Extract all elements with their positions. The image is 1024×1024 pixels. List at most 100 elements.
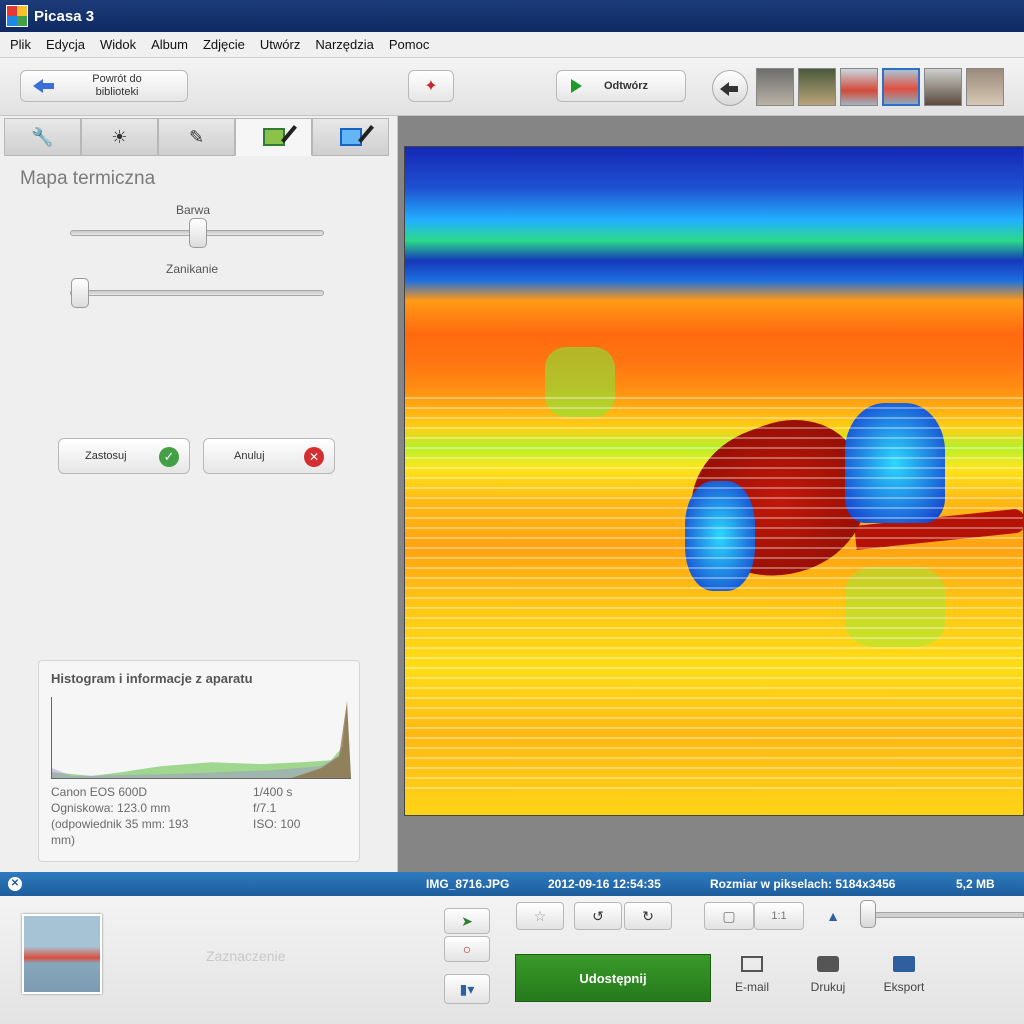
filmstrip-thumb[interactable] [756, 68, 794, 106]
focal-length: Ogniskowa: 123.0 mm [51, 801, 171, 815]
tab-basic-fixes[interactable]: 🔧 [4, 118, 81, 156]
photo-ripple [405, 397, 1023, 399]
photo-ripple [405, 637, 1023, 639]
histogram-panel: Histogram i informacje z aparatu Canon E… [38, 660, 360, 862]
export-folder-icon [893, 956, 915, 972]
share-button[interactable]: Udostępnij [515, 954, 711, 1002]
picasa-logo-icon [6, 5, 28, 27]
filmstrip-thumb-selected[interactable] [882, 68, 920, 106]
star-button[interactable]: ☆ [516, 902, 564, 930]
cancel-label: Anuluj [234, 450, 265, 462]
photo-ripple [405, 767, 1023, 769]
sun-icon: ☀ [111, 126, 128, 147]
photo-ripple [405, 407, 1023, 409]
rotate-right-button[interactable]: ↻ [624, 902, 672, 930]
tab-effects-3[interactable] [312, 118, 389, 156]
play-slideshow-button[interactable]: Odtwórz [556, 70, 686, 102]
tab-effects[interactable]: ✎ [158, 118, 235, 156]
photo-ripple [405, 727, 1023, 729]
apply-button[interactable]: Zastosuj ✓ [58, 438, 190, 474]
photo-ripple [405, 427, 1023, 429]
photo-ripple [405, 657, 1023, 659]
photo-ripple [405, 527, 1023, 529]
zoom-slider-knob[interactable] [860, 900, 876, 928]
photo-ripple [405, 647, 1023, 649]
play-label: Odtwórz [604, 80, 648, 92]
photo-ripple [405, 577, 1023, 579]
fade-slider-label: Zanikanie [166, 262, 219, 276]
histogram-title: Histogram i informacje z aparatu [51, 671, 253, 686]
edit-tabs: 🔧 ☀ ✎ [4, 118, 390, 156]
filmstrip-thumb[interactable] [924, 68, 962, 106]
previous-photo-button[interactable] [712, 70, 748, 106]
photo-ripple [405, 747, 1023, 749]
photo-ripple [405, 447, 1023, 449]
back-arrow-icon [33, 79, 55, 93]
back-to-library-button[interactable]: Powrót do biblioteki [20, 70, 188, 102]
filmstrip-thumb[interactable] [798, 68, 836, 106]
filmstrip-thumb[interactable] [840, 68, 878, 106]
menu-help[interactable]: Pomoc [389, 37, 429, 52]
aperture: f/7.1 [253, 801, 277, 815]
menu-edit[interactable]: Edycja [46, 37, 85, 52]
photo-ripple [405, 697, 1023, 699]
status-dimensions: Rozmiar w pikselach: 5184x3456 [710, 877, 896, 891]
close-info-icon[interactable]: ✕ [8, 877, 22, 891]
fade-slider-knob[interactable] [71, 278, 89, 308]
cancel-x-icon: ✕ [304, 447, 324, 467]
filmstrip [756, 68, 1024, 108]
iso: ISO: 100 [253, 817, 301, 831]
photo-ripple [405, 417, 1023, 419]
export-button[interactable]: Eksport [874, 956, 934, 994]
fit-view-button[interactable]: ▢ [704, 902, 754, 930]
photo-ripple [405, 477, 1023, 479]
menu-bar: Plik Edycja Widok Album Zdjęcie Utwórz N… [0, 32, 1024, 58]
photo-heatmap[interactable] [404, 146, 1024, 816]
cancel-button[interactable]: Anuluj ✕ [203, 438, 335, 474]
photo-region [845, 403, 945, 523]
people-button[interactable]: ✦ [408, 70, 454, 102]
email-label: E-mail [734, 980, 769, 994]
zoom-slider[interactable] [866, 912, 1024, 918]
tab-effects-2[interactable] [235, 118, 312, 156]
clear-selection-button[interactable]: ○ [444, 936, 490, 962]
apply-label: Zastosuj [85, 450, 127, 462]
menu-tools[interactable]: Narzędzia [315, 37, 374, 52]
add-to-album-button[interactable]: ▮▾ [444, 974, 490, 1004]
photo-ripple [405, 467, 1023, 469]
photo-ripple [405, 617, 1023, 619]
fade-slider[interactable] [70, 278, 324, 308]
photo-ripple [405, 537, 1023, 539]
edit-panel: 🔧 ☀ ✎ Mapa termiczna Barwa Zanikanie Zas… [0, 116, 398, 872]
rotate-right-icon: ↻ [642, 907, 654, 924]
email-button[interactable]: E-mail [722, 956, 782, 994]
pin-icon: ➤ [461, 912, 473, 929]
photo-ripple [405, 567, 1023, 569]
actual-size-button[interactable]: 1:1 [754, 902, 804, 930]
photo-ripple [405, 497, 1023, 499]
menu-file[interactable]: Plik [10, 37, 31, 52]
photo-ripple [405, 507, 1023, 509]
filmstrip-thumb[interactable] [966, 68, 1004, 106]
brush-icon: ✎ [188, 126, 205, 147]
color-slider-label: Barwa [176, 203, 211, 217]
tab-tuning[interactable]: ☀ [81, 118, 158, 156]
print-button[interactable]: Drukuj [798, 956, 858, 994]
menu-create[interactable]: Utwórz [260, 37, 300, 52]
panel-title: Mapa termiczna [20, 168, 156, 189]
title-bar: Picasa 3 [0, 0, 1024, 32]
tray-thumbnail[interactable] [22, 914, 102, 994]
pin-button[interactable]: ➤ [444, 908, 490, 934]
menu-album[interactable]: Album [151, 37, 188, 52]
color-slider[interactable] [70, 218, 324, 248]
photo-ripple [405, 787, 1023, 789]
photo-ripple [405, 677, 1023, 679]
fit-view-icon: ▢ [722, 907, 736, 924]
histogram-graph [51, 697, 351, 779]
status-datetime: 2012-09-16 12:54:35 [548, 877, 661, 891]
color-slider-knob[interactable] [189, 218, 207, 248]
menu-view[interactable]: Widok [100, 37, 136, 52]
rotate-left-button[interactable]: ↺ [574, 902, 622, 930]
menu-photo[interactable]: Zdjęcie [203, 37, 245, 52]
status-filesize: 5,2 MB [956, 877, 995, 891]
